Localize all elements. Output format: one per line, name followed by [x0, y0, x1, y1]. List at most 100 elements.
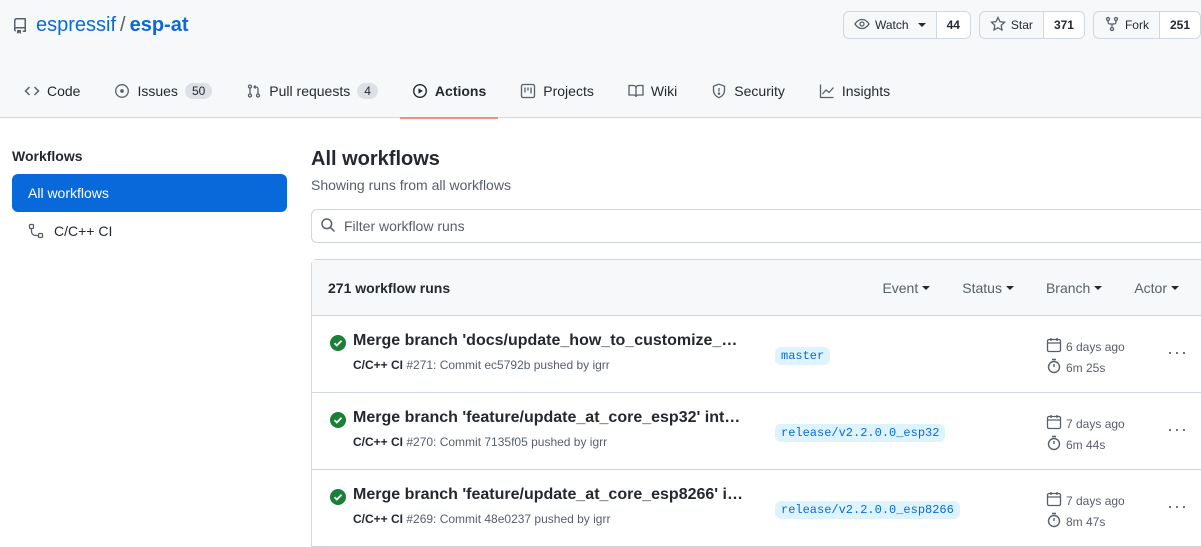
pull-requests-counter: 4: [357, 83, 378, 99]
project-icon: [520, 83, 536, 99]
workflow-run-row[interactable]: Merge branch 'feature/update_at_core_esp…: [312, 393, 1201, 470]
repo-owner-link[interactable]: espressif: [36, 14, 116, 37]
run-duration: 6m 25s: [1046, 358, 1105, 377]
run-title-link[interactable]: Merge branch 'feature/update_at_core_esp…: [353, 409, 740, 427]
tab-wiki[interactable]: Wiki: [616, 64, 689, 118]
kebab-horizontal-icon[interactable]: ···: [1167, 419, 1188, 440]
tab-code[interactable]: Code: [12, 64, 92, 118]
filter-label: Actor: [1134, 280, 1167, 296]
run-date: 6 days ago: [1046, 337, 1125, 356]
runs-count: 271 workflow runs: [328, 279, 451, 296]
sidebar-item-cpp-ci[interactable]: C/C++ CI: [12, 212, 287, 250]
run-branch-label[interactable]: release/v2.2.0.0_esp32: [775, 424, 946, 442]
issues-counter: 50: [184, 83, 213, 99]
run-date-text: 7 days ago: [1066, 493, 1125, 508]
repo-actions: Watch 44 Star 371 Fork 251: [843, 11, 1201, 39]
watch-label: Watch: [875, 18, 909, 32]
run-title-link[interactable]: Merge branch 'feature/update_at_core_esp…: [353, 486, 743, 504]
runs-box: 271 workflow runs Event Status Branch Ac…: [311, 259, 1201, 547]
tab-label: Pull requests: [269, 83, 351, 99]
graph-icon: [819, 83, 835, 99]
success-check-icon: [330, 412, 346, 428]
pull-request-icon: [246, 83, 262, 99]
tab-label: Insights: [841, 83, 891, 99]
kebab-horizontal-icon[interactable]: ···: [1167, 342, 1188, 363]
workflow-icon: [28, 223, 44, 239]
repo-tabs: Code Issues 50 Pull requests 4 Actions P…: [12, 64, 912, 119]
run-date: 7 days ago: [1046, 491, 1125, 510]
filter-label: Branch: [1045, 280, 1091, 296]
tab-actions[interactable]: Actions: [399, 64, 499, 119]
success-check-icon: [330, 335, 346, 351]
chevron-down-icon: [917, 23, 926, 27]
filter-label: Event: [882, 280, 919, 296]
tab-projects[interactable]: Projects: [508, 64, 606, 118]
stopwatch-icon: [1046, 435, 1062, 454]
tab-insights[interactable]: Insights: [807, 64, 902, 118]
tab-security[interactable]: Security: [699, 64, 797, 118]
tab-label: Security: [734, 83, 785, 99]
search-icon: [320, 217, 336, 236]
run-branch-label[interactable]: release/v2.2.0.0_esp8266: [775, 501, 960, 519]
calendar-icon: [1046, 337, 1062, 356]
issue-icon: [114, 83, 130, 99]
fork-button[interactable]: Fork: [1094, 12, 1159, 38]
runs-filters: Event Status Branch Actor: [862, 260, 1191, 316]
workflow-run-row[interactable]: Merge branch 'feature/update_at_core_esp…: [312, 470, 1201, 547]
fork-count[interactable]: 251: [1158, 12, 1200, 38]
calendar-icon: [1046, 491, 1062, 510]
run-date-text: 7 days ago: [1066, 416, 1125, 431]
repo-title: espressif / esp-at: [12, 14, 189, 37]
chevron-down-icon: [1005, 286, 1014, 290]
sidebar-heading: Workflows: [12, 148, 83, 164]
workflow-run-row[interactable]: Merge branch 'docs/update_how_to_customi…: [312, 316, 1201, 393]
run-branch-label[interactable]: master: [775, 347, 831, 365]
fork-button-group: Fork 251: [1092, 11, 1201, 39]
event-filter-dropdown[interactable]: Event: [870, 280, 942, 296]
run-date: 7 days ago: [1046, 414, 1125, 433]
star-button-group: Star 371: [978, 11, 1085, 39]
success-check-icon: [330, 489, 346, 505]
repo-icon: [12, 17, 28, 34]
watch-count[interactable]: 44: [935, 12, 970, 38]
repo-separator: /: [120, 14, 126, 36]
book-icon: [628, 83, 644, 99]
tab-issues[interactable]: Issues 50: [102, 64, 224, 118]
shield-icon: [711, 83, 727, 99]
tab-pull-requests[interactable]: Pull requests 4: [234, 64, 390, 118]
page-title: All workflows: [311, 148, 440, 170]
run-meta: C/C++ CI #269: Commit 48e0237 pushed by …: [353, 512, 610, 526]
watch-button[interactable]: Watch: [844, 12, 936, 38]
workflows-sidebar: Workflows All workflows C/C++ CI: [12, 148, 287, 250]
chevron-down-icon: [922, 286, 931, 290]
branch-filter-dropdown[interactable]: Branch: [1034, 280, 1114, 296]
sidebar-item-label: C/C++ CI: [54, 223, 113, 239]
filter-label: Status: [962, 280, 1002, 296]
tab-label: Wiki: [650, 83, 678, 99]
filter-workflow-runs-input[interactable]: [344, 218, 944, 234]
run-date-text: 6 days ago: [1066, 339, 1125, 354]
repo-name-link[interactable]: esp-at: [130, 14, 189, 37]
star-label: Star: [1010, 18, 1033, 32]
actor-filter-dropdown[interactable]: Actor: [1122, 280, 1191, 296]
run-duration-text: 6m 44s: [1066, 437, 1106, 452]
run-duration: 8m 47s: [1046, 512, 1105, 531]
stopwatch-icon: [1046, 358, 1062, 377]
run-workflow-name: C/C++ CI: [353, 358, 404, 372]
watch-button-group: Watch 44: [843, 11, 971, 39]
kebab-horizontal-icon[interactable]: ···: [1167, 496, 1188, 517]
status-filter-dropdown[interactable]: Status: [950, 280, 1026, 296]
chevron-down-icon: [1094, 286, 1103, 290]
star-button[interactable]: Star: [980, 12, 1043, 38]
code-icon: [24, 83, 40, 99]
sidebar-item-all-workflows[interactable]: All workflows: [12, 174, 287, 212]
run-detail: #271: Commit ec5792b pushed by igrr: [403, 358, 610, 372]
eye-icon: [854, 16, 870, 35]
stopwatch-icon: [1046, 512, 1062, 531]
run-workflow-name: C/C++ CI: [353, 435, 404, 449]
run-meta: C/C++ CI #271: Commit ec5792b pushed by …: [353, 358, 610, 372]
workflow-runs-main: All workflows Showing runs from all work…: [311, 148, 1201, 547]
run-title-link[interactable]: Merge branch 'docs/update_how_to_customi…: [353, 332, 737, 350]
star-count[interactable]: 371: [1042, 12, 1084, 38]
run-workflow-name: C/C++ CI: [353, 512, 404, 526]
